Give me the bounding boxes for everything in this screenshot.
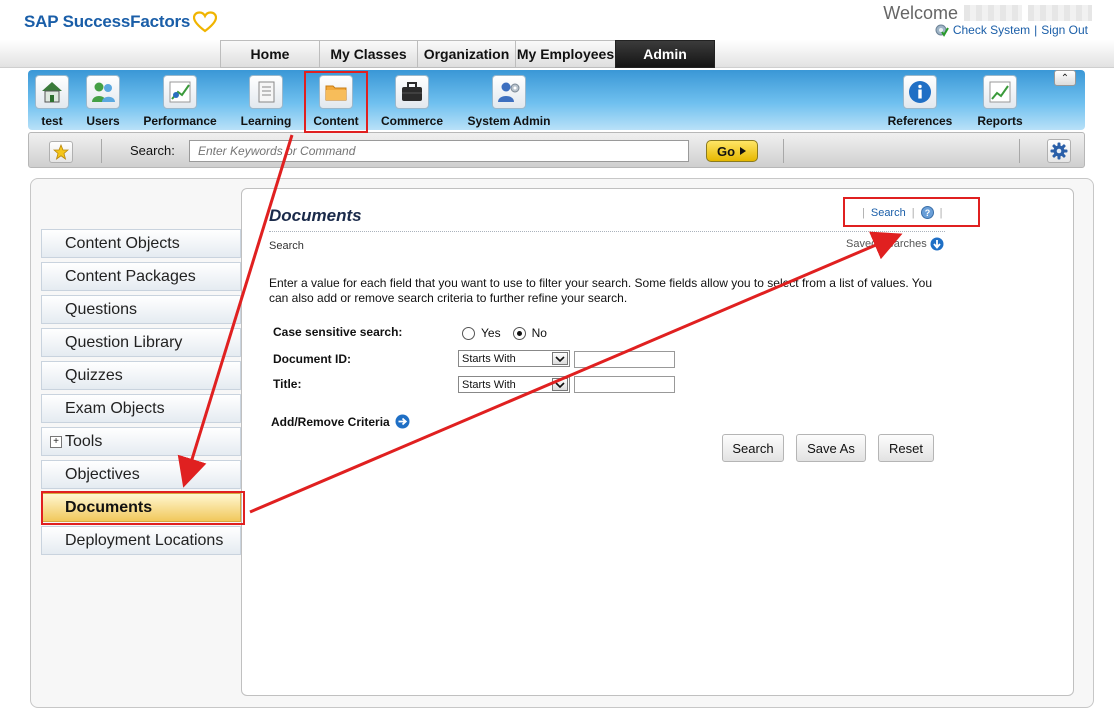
arrow-documents-to-search <box>249 231 903 514</box>
arrow-content-to-documents <box>177 134 294 488</box>
annotation-arrows <box>177 134 903 514</box>
